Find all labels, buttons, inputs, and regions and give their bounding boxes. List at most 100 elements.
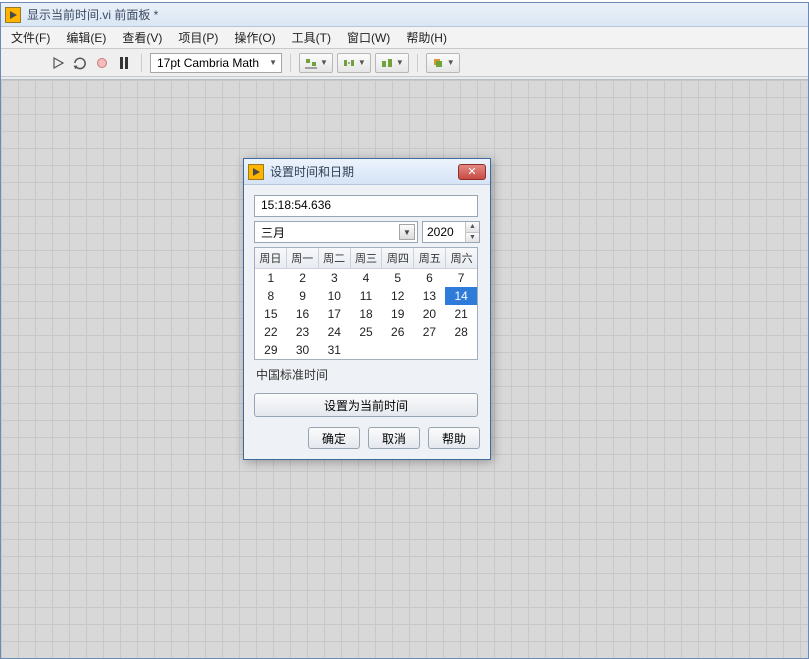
calendar-day[interactable]: 26 <box>382 323 414 341</box>
title-bar: 显示当前时间.vi 前面板 * <box>1 3 808 27</box>
menu-window[interactable]: 窗口(W) <box>343 27 394 48</box>
calendar-day[interactable]: 24 <box>318 323 350 341</box>
dialog-body: 15:18:54.636 三月 ▼ 2020 ▲ ▼ 周日周一周二周三周四周五周… <box>244 185 490 459</box>
calendar-day[interactable]: 12 <box>382 287 414 305</box>
calendar-day[interactable]: 21 <box>445 305 477 323</box>
calendar-day[interactable]: 28 <box>445 323 477 341</box>
month-value: 三月 <box>261 226 285 240</box>
weekday-header: 周二 <box>319 248 351 269</box>
menu-help[interactable]: 帮助(H) <box>402 27 451 48</box>
menu-view[interactable]: 查看(V) <box>118 27 166 48</box>
abort-button[interactable] <box>93 54 111 72</box>
calendar-day[interactable]: 2 <box>287 269 319 287</box>
calendar-day[interactable]: 17 <box>318 305 350 323</box>
labview-icon <box>5 7 21 23</box>
year-down-button[interactable]: ▼ <box>466 233 479 243</box>
ok-label: 确定 <box>322 430 346 447</box>
help-label: 帮助 <box>442 430 466 447</box>
calendar-day[interactable]: 1 <box>255 269 287 287</box>
toolbar-separator <box>417 54 418 72</box>
calendar-day[interactable]: 9 <box>287 287 319 305</box>
calendar-day[interactable]: 4 <box>350 269 382 287</box>
timezone-label: 中国标准时间 <box>256 366 480 383</box>
weekday-header: 周六 <box>446 248 477 269</box>
pause-button[interactable] <box>115 54 133 72</box>
time-input[interactable]: 15:18:54.636 <box>254 195 478 217</box>
cancel-button[interactable]: 取消 <box>368 427 420 449</box>
toolbar-separator <box>290 54 291 72</box>
reorder-button[interactable]: ▼ <box>426 53 460 73</box>
weekday-header: 周一 <box>287 248 319 269</box>
set-current-time-label: 设置为当前时间 <box>324 397 408 414</box>
chevron-down-icon: ▼ <box>396 58 404 67</box>
chevron-down-icon: ▼ <box>358 58 366 67</box>
menu-tools[interactable]: 工具(T) <box>288 27 335 48</box>
calendar-day[interactable]: 20 <box>414 305 446 323</box>
calendar-day[interactable]: 7 <box>445 269 477 287</box>
calendar-day[interactable]: 5 <box>382 269 414 287</box>
calendar-day[interactable]: 18 <box>350 305 382 323</box>
distribute-button[interactable]: ▼ <box>337 53 371 73</box>
ok-button[interactable]: 确定 <box>308 427 360 449</box>
calendar-day[interactable]: 30 <box>287 341 319 359</box>
toolbar: 17pt Cambria Math ▼ ▼ ▼ ▼ <box>1 49 808 77</box>
year-spinner[interactable]: 2020 ▲ ▼ <box>422 221 480 243</box>
dialog-titlebar[interactable]: 设置时间和日期 ✕ <box>244 159 490 185</box>
font-select[interactable]: 17pt Cambria Math <box>150 53 282 73</box>
close-icon: ✕ <box>467 165 476 178</box>
window-title: 显示当前时间.vi 前面板 * <box>27 6 158 23</box>
close-button[interactable]: ✕ <box>458 164 486 180</box>
set-current-time-button[interactable]: 设置为当前时间 <box>254 393 478 417</box>
datetime-dialog: 设置时间和日期 ✕ 15:18:54.636 三月 ▼ 2020 ▲ ▼ 周日周… <box>243 158 491 460</box>
font-select-label: 17pt Cambria Math <box>157 56 259 70</box>
calendar-day[interactable]: 8 <box>255 287 287 305</box>
menu-bar: 文件(F) 编辑(E) 查看(V) 项目(P) 操作(O) 工具(T) 窗口(W… <box>1 27 808 49</box>
menu-file[interactable]: 文件(F) <box>7 27 54 48</box>
menu-operate[interactable]: 操作(O) <box>230 27 279 48</box>
calendar-day[interactable]: 29 <box>255 341 287 359</box>
calendar-day[interactable]: 3 <box>318 269 350 287</box>
calendar-day[interactable]: 25 <box>350 323 382 341</box>
calendar-day[interactable]: 23 <box>287 323 319 341</box>
chevron-down-icon: ▼ <box>447 58 455 67</box>
month-select[interactable]: 三月 ▼ <box>254 221 418 243</box>
calendar-empty <box>445 341 477 359</box>
weekday-header: 周三 <box>351 248 383 269</box>
calendar-day[interactable]: 13 <box>414 287 446 305</box>
dialog-title: 设置时间和日期 <box>270 163 458 180</box>
calendar-day[interactable]: 27 <box>414 323 446 341</box>
calendar-day[interactable]: 15 <box>255 305 287 323</box>
calendar-empty <box>414 341 446 359</box>
calendar-empty <box>382 341 414 359</box>
menu-edit[interactable]: 编辑(E) <box>62 27 110 48</box>
help-button[interactable]: 帮助 <box>428 427 480 449</box>
weekday-header: 周日 <box>255 248 287 269</box>
year-up-button[interactable]: ▲ <box>466 222 479 233</box>
run-button[interactable] <box>49 54 67 72</box>
calendar: 周日周一周二周三周四周五周六 1234567891011121314151617… <box>254 247 478 360</box>
calendar-empty <box>350 341 382 359</box>
menu-project[interactable]: 项目(P) <box>174 27 222 48</box>
calendar-day[interactable]: 14 <box>445 287 477 305</box>
calendar-day[interactable]: 6 <box>414 269 446 287</box>
time-value: 15:18:54.636 <box>261 198 331 212</box>
calendar-day[interactable]: 16 <box>287 305 319 323</box>
run-continuous-button[interactable] <box>71 54 89 72</box>
toolbar-separator <box>141 54 142 72</box>
labview-icon <box>248 164 264 180</box>
calendar-day[interactable]: 11 <box>350 287 382 305</box>
calendar-day[interactable]: 31 <box>318 341 350 359</box>
weekday-header: 周五 <box>414 248 446 269</box>
calendar-day[interactable]: 22 <box>255 323 287 341</box>
weekday-header: 周四 <box>382 248 414 269</box>
cancel-label: 取消 <box>382 430 406 447</box>
abort-icon <box>97 58 107 68</box>
chevron-down-icon: ▼ <box>399 224 415 240</box>
calendar-day[interactable]: 19 <box>382 305 414 323</box>
pause-icon <box>120 57 128 69</box>
chevron-down-icon: ▼ <box>320 58 328 67</box>
year-value: 2020 <box>423 225 465 239</box>
calendar-day[interactable]: 10 <box>318 287 350 305</box>
resize-button[interactable]: ▼ <box>375 53 409 73</box>
align-button[interactable]: ▼ <box>299 53 333 73</box>
